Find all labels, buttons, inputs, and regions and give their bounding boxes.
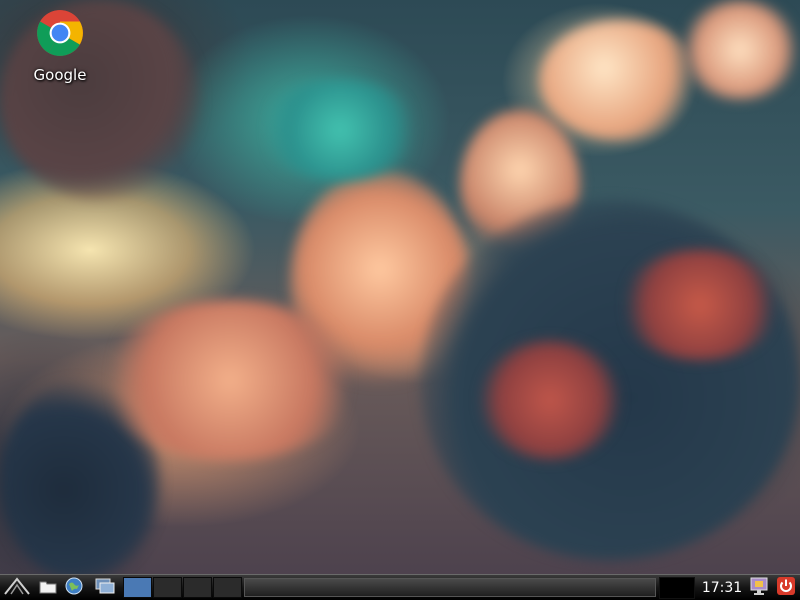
start-menu-icon <box>3 576 31 600</box>
workspace-2[interactable] <box>153 577 182 598</box>
web-browser-icon <box>64 576 84 600</box>
workspace-1[interactable] <box>123 577 152 598</box>
show-desktop-button[interactable] <box>92 577 118 599</box>
web-browser-button[interactable] <box>62 577 86 599</box>
network-monitor-icon[interactable] <box>659 577 695 599</box>
workspace-3[interactable] <box>183 577 212 598</box>
file-manager-button[interactable] <box>36 577 60 599</box>
monitor-icon <box>749 576 769 600</box>
wallpaper-cloud <box>260 80 420 180</box>
desktop-icon-label: Google <box>33 66 87 84</box>
workspace-4[interactable] <box>213 577 242 598</box>
wallpaper-cloud <box>540 20 700 140</box>
shutdown-button[interactable] <box>775 577 797 599</box>
show-desktop-icon <box>94 577 116 599</box>
start-menu-button[interactable] <box>2 577 32 599</box>
taskbar: 17:31 <box>0 574 800 600</box>
taskbar-window-list <box>244 578 656 597</box>
desktop: Google 17:31 <box>0 0 800 600</box>
wallpaper-cloud <box>480 340 620 460</box>
file-manager-icon <box>38 577 58 599</box>
chrome-icon <box>35 8 85 62</box>
shutdown-icon <box>776 576 796 600</box>
display-settings-button[interactable] <box>748 577 770 599</box>
wallpaper-cloud <box>680 0 800 100</box>
wallpaper-cloud <box>620 250 780 360</box>
desktop-icon-google[interactable]: Google <box>20 8 100 84</box>
clock[interactable]: 17:31 <box>700 578 744 598</box>
wallpaper-cloud <box>100 300 360 460</box>
